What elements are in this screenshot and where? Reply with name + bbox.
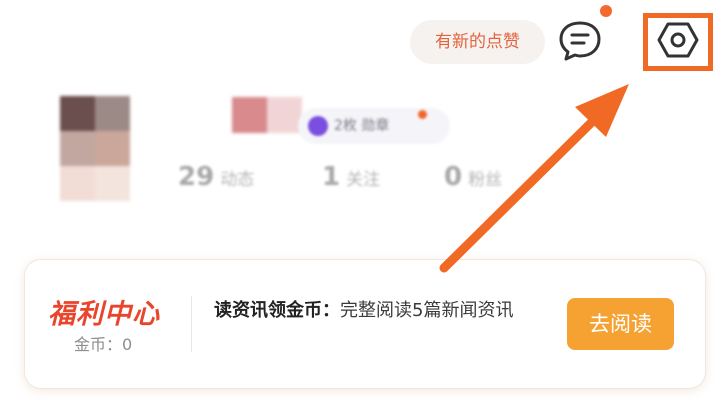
settings-button[interactable] (643, 13, 713, 71)
medal-icon (308, 116, 328, 136)
medal-badge[interactable]: 2枚 勋章 (298, 108, 450, 144)
welfare-center-title[interactable]: 福利中心 (48, 292, 160, 331)
stat-value: 0 (444, 162, 463, 192)
coin-count: 金币：0 (74, 335, 133, 354)
stat-posts[interactable]: 29 动态 (178, 162, 254, 202)
message-icon[interactable] (556, 18, 606, 62)
new-likes-pill[interactable]: 有新的点赞 (410, 20, 545, 64)
settings-icon (656, 20, 700, 64)
stat-following[interactable]: 1 关注 (322, 162, 380, 202)
task-description: 读资讯领金币：完整阅读5篇新闻资讯 (214, 295, 554, 326)
stat-label: 动态 (220, 170, 255, 190)
avatar[interactable] (60, 96, 130, 202)
badge-label: 2枚 勋章 (334, 118, 390, 134)
username-blurred (232, 97, 302, 133)
stat-label: 关注 (346, 170, 381, 190)
message-notification-dot (600, 5, 612, 17)
stat-followers[interactable]: 0 粉丝 (444, 162, 502, 202)
badge-notification-dot (418, 110, 427, 119)
stat-label: 粉丝 (468, 170, 503, 190)
stat-value: 1 (322, 162, 341, 192)
stat-value: 29 (178, 162, 215, 192)
divider (191, 296, 192, 352)
task-detail: 完整阅读5篇新闻资讯 (340, 300, 514, 321)
go-read-button[interactable]: 去阅读 (567, 298, 674, 350)
task-title: 读资讯领金币： (214, 300, 340, 321)
